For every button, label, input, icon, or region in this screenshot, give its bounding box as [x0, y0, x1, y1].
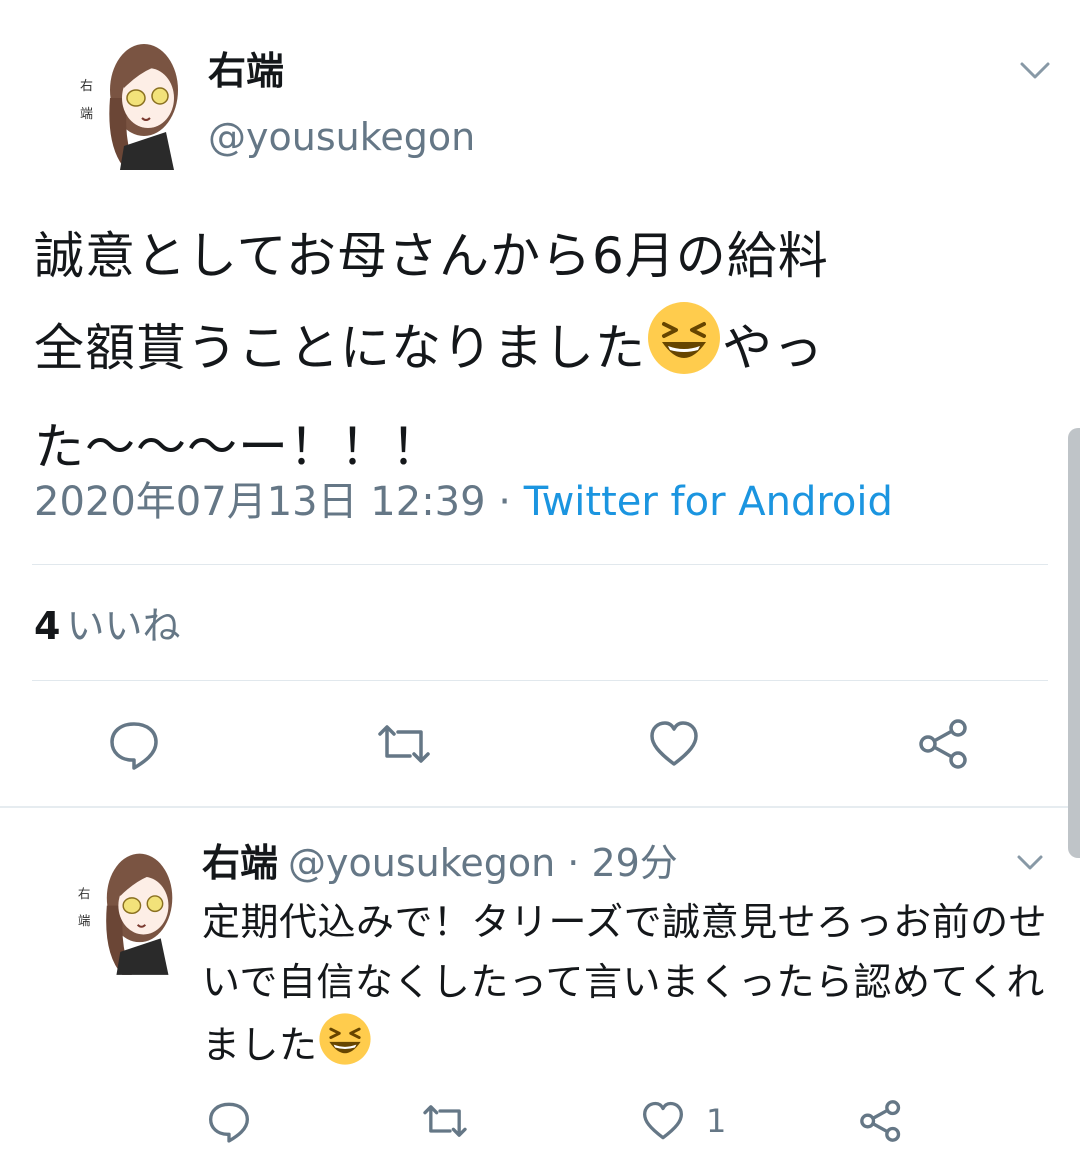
reply-button[interactable] — [204, 1096, 254, 1146]
like-stats[interactable]: 4 いいね — [34, 600, 180, 652]
avatar-caption-char-1: 右 — [80, 79, 93, 94]
like-button[interactable] — [638, 1096, 688, 1146]
share-icon — [856, 1100, 906, 1150]
like-count: 4 — [34, 604, 61, 648]
heart-icon — [644, 721, 704, 778]
chevron-down-icon[interactable] — [1016, 56, 1054, 84]
reply-author-handle[interactable]: @yousukegon — [288, 841, 555, 885]
author-name[interactable]: 右端 — [208, 44, 284, 98]
retweet-icon — [374, 725, 434, 778]
speech-bubble-icon — [204, 1102, 254, 1150]
tweet-date[interactable]: 2020年07月13日 12:39 — [34, 479, 486, 525]
like-button[interactable] — [644, 714, 704, 774]
section-separator — [0, 806, 1080, 808]
reply-like-count: 1 — [706, 1102, 727, 1140]
tweet-text-line: 全額貰うことになりました やっ — [34, 300, 1034, 403]
grinning-squinting-face-icon — [318, 1012, 372, 1083]
share-button[interactable] — [914, 714, 974, 774]
divider — [32, 680, 1048, 681]
divider — [32, 564, 1048, 565]
tweet-source-link[interactable]: Twitter for Android — [524, 479, 893, 525]
tweet-meta: 2020年07月13日 12:39 · Twitter for Android — [34, 474, 893, 530]
grinning-squinting-face-icon — [646, 300, 722, 403]
author-handle[interactable]: @yousukegon — [208, 110, 475, 164]
avatar[interactable]: 右 端 — [76, 838, 180, 978]
retweet-icon — [420, 1105, 470, 1150]
retweet-button[interactable] — [420, 1096, 470, 1146]
reply-time[interactable]: 29分 — [591, 841, 677, 885]
chevron-down-icon[interactable] — [1014, 850, 1046, 874]
share-button[interactable] — [856, 1096, 906, 1146]
avatar-caption-char-1: 右 — [78, 886, 91, 901]
retweet-button[interactable] — [374, 714, 434, 774]
speech-bubble-icon — [104, 722, 164, 778]
heart-icon — [638, 1101, 688, 1150]
avatar-caption-char-2: 端 — [80, 107, 93, 122]
meta-separator: · — [555, 841, 592, 885]
share-icon — [914, 719, 974, 778]
like-label: いいね — [66, 604, 181, 648]
tweet-text: 誠意としてお母さんから6月の給料 全額貰うことになりました やっ た〜〜〜ー！！！ — [34, 212, 1034, 491]
tweet-text-line: 誠意としてお母さんから6月の給料 — [34, 227, 829, 285]
avatar[interactable]: 右 端 — [78, 28, 186, 173]
reply-header: 右端 @yousukegon · 29分 — [202, 836, 678, 890]
reply-button[interactable] — [104, 714, 164, 774]
scrollbar[interactable] — [1068, 428, 1080, 858]
avatar-caption-char-2: 端 — [78, 913, 91, 928]
reply-author-name[interactable]: 右端 — [202, 841, 278, 885]
reply-text: 定期代込みで！タリーズで誠意見せろっお前のせいで自信なくしたって言いまくったら認… — [202, 892, 1052, 1083]
meta-separator: · — [485, 479, 524, 525]
